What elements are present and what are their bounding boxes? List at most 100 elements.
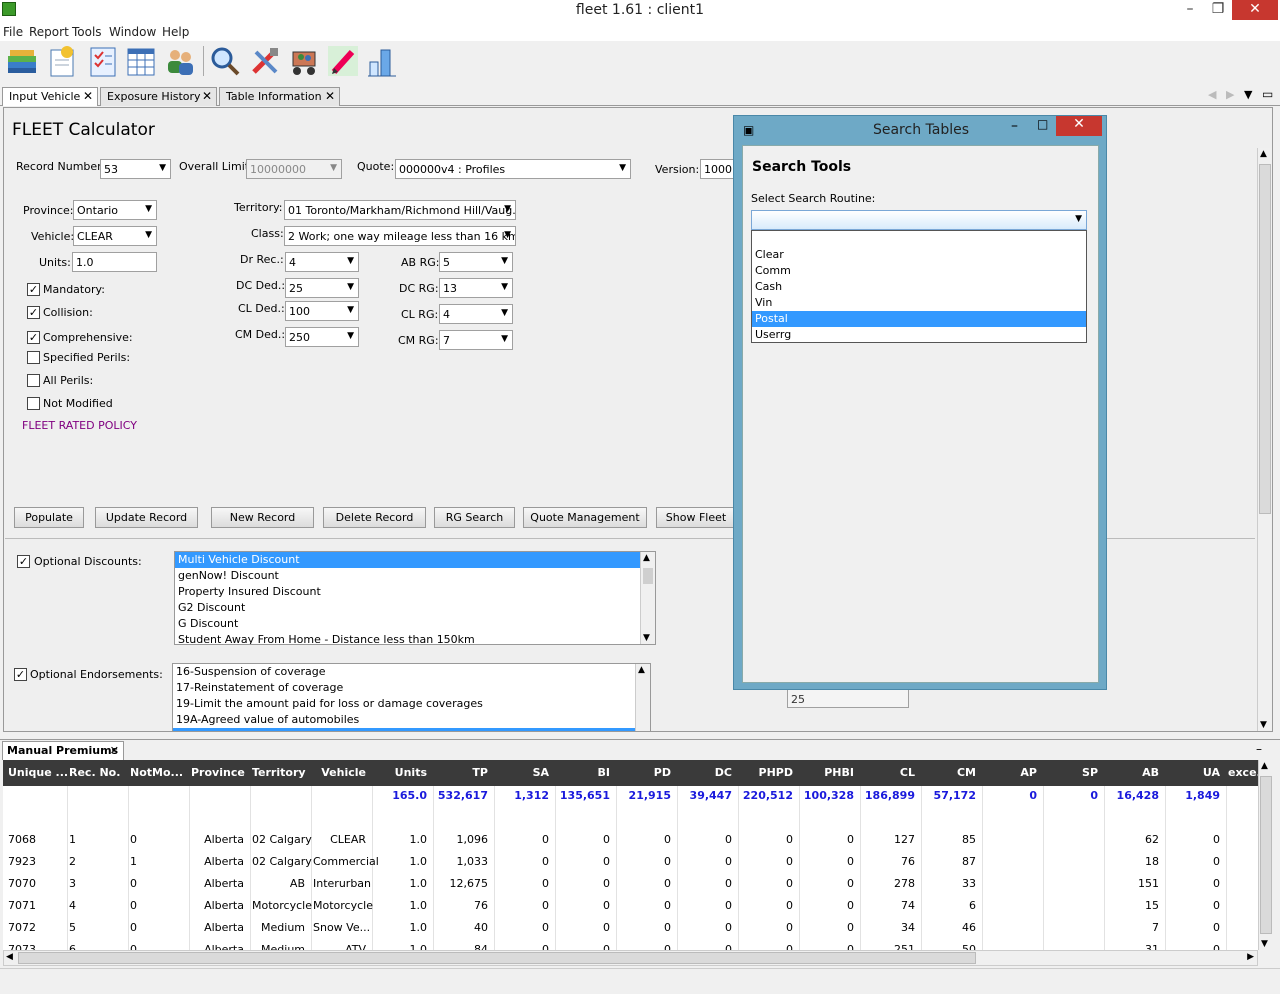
total-cell[interactable]: 16,428 xyxy=(1106,789,1159,802)
table-cell[interactable]: 85 xyxy=(923,833,976,846)
column-header[interactable]: CM xyxy=(923,766,976,779)
table-cell[interactable]: 1.0 xyxy=(374,943,428,950)
dropdown-option[interactable]: Vin xyxy=(752,295,1086,311)
column-header[interactable]: TP xyxy=(435,766,488,779)
overall-limit-select[interactable]: 10000000 ▼ xyxy=(246,159,342,179)
column-header[interactable]: exce... xyxy=(1228,766,1258,779)
scroll-up-icon[interactable]: ▲ xyxy=(1260,149,1267,159)
table-cell[interactable]: 0 xyxy=(740,943,793,950)
table-cell[interactable]: 0 xyxy=(679,855,732,868)
table-cell[interactable]: 0 xyxy=(740,899,793,912)
table-cell[interactable]: 0 xyxy=(679,877,732,890)
scroll-down-icon[interactable]: ▼ xyxy=(1261,939,1268,949)
new-doc-icon[interactable] xyxy=(45,44,79,78)
list-item[interactable]: 16-Suspension of coverage xyxy=(173,664,650,680)
table-horizontal-scrollbar[interactable]: ◀ ▶ xyxy=(3,950,1258,966)
column-header[interactable]: NotMo... xyxy=(130,766,183,779)
table-cell[interactable]: Alberta xyxy=(191,833,244,846)
minimize-panel-icon[interactable]: – xyxy=(1256,742,1262,756)
table-cell[interactable]: 50 xyxy=(923,943,976,950)
class-select[interactable]: 2 Work; one way mileage less than 16 km ▼ xyxy=(284,226,516,246)
territory-select[interactable]: 01 Toronto/Markham/Richmond Hill/Vaug...… xyxy=(284,200,516,220)
table-cell[interactable]: 0 xyxy=(496,833,549,846)
table-cell[interactable]: 0 xyxy=(679,943,732,950)
column-header[interactable]: SA xyxy=(496,766,549,779)
dropdown-option[interactable]: Userrg xyxy=(752,327,1086,343)
table-cell[interactable]: 0 xyxy=(130,921,137,934)
table-cell[interactable]: 0 xyxy=(801,833,854,846)
search-routine-dropdown[interactable]: Clear Comm Cash Vin Postal Userrg xyxy=(751,230,1087,343)
menu-file[interactable]: File xyxy=(3,25,23,39)
quote-select[interactable]: 000000v4 : Profiles ▼ xyxy=(395,159,631,179)
table-cell[interactable]: 0 xyxy=(1167,921,1220,934)
bar-chart-icon[interactable] xyxy=(365,44,399,78)
not-modified-checkbox[interactable] xyxy=(27,397,40,410)
list-item[interactable]: Property Insured Discount xyxy=(175,584,655,600)
column-header[interactable]: Territory xyxy=(252,766,306,779)
scroll-up-icon[interactable]: ▲ xyxy=(1261,761,1268,771)
column-header[interactable]: PHPD xyxy=(740,766,793,779)
column-header[interactable]: AB xyxy=(1106,766,1159,779)
table-cell[interactable]: 6 xyxy=(69,943,76,950)
cl-ded-select[interactable]: 100 ▼ xyxy=(285,301,359,321)
total-cell[interactable]: 165.0 xyxy=(374,789,427,802)
list-item[interactable]: 19-Limit the amount paid for loss or dam… xyxy=(173,696,650,712)
table-cell[interactable]: 0 xyxy=(801,855,854,868)
table-cell[interactable]: Alberta xyxy=(191,899,244,912)
table-cell[interactable]: 0 xyxy=(618,899,671,912)
table-cell[interactable]: 40 xyxy=(435,921,488,934)
table-cell[interactable]: 0 xyxy=(130,899,137,912)
table-cell[interactable]: 0 xyxy=(740,833,793,846)
table-cell[interactable]: 0 xyxy=(557,877,610,890)
table-cell[interactable]: 84 xyxy=(435,943,488,950)
close-icon[interactable]: ✕ xyxy=(110,744,119,757)
maximize-icon[interactable]: □ xyxy=(1037,117,1048,131)
menu-report[interactable]: Report xyxy=(29,25,69,39)
table-cell[interactable]: 0 xyxy=(740,877,793,890)
table-cell[interactable]: 0 xyxy=(801,943,854,950)
table-cell[interactable]: 0 xyxy=(496,877,549,890)
table-cell[interactable]: 46 xyxy=(923,921,976,934)
list-item[interactable]: 19A-Agreed value of automobiles xyxy=(173,712,650,728)
table-cell[interactable]: 0 xyxy=(618,833,671,846)
table-cell[interactable]: 278 xyxy=(862,877,915,890)
total-cell[interactable]: 532,617 xyxy=(435,789,488,802)
table-cell[interactable]: Medium xyxy=(252,943,305,950)
comprehensive-checkbox[interactable]: ✓ xyxy=(27,331,40,344)
discounts-list[interactable]: Multi Vehicle Discount genNow! Discount … xyxy=(174,551,656,645)
close-icon[interactable]: ✕ xyxy=(83,89,93,103)
menu-window[interactable]: Window xyxy=(109,25,156,39)
scrollbar-thumb[interactable] xyxy=(18,952,976,964)
close-icon[interactable]: ✕ xyxy=(202,89,212,103)
table-cell[interactable]: 12,675 xyxy=(435,877,489,890)
table-cell[interactable]: 0 xyxy=(557,943,610,950)
table-cell[interactable]: 1.0 xyxy=(374,833,428,846)
table-cell[interactable]: 7070 xyxy=(8,877,36,890)
pencil-icon[interactable] xyxy=(326,44,360,78)
table-cell[interactable]: 76 xyxy=(862,855,915,868)
column-header[interactable]: Vehicle xyxy=(313,766,366,779)
table-cell[interactable]: Alberta xyxy=(191,877,244,890)
table-cell[interactable]: AB xyxy=(252,877,305,890)
panel-scrollbar[interactable]: ▲ ▼ xyxy=(1257,148,1272,731)
table-cell[interactable]: 1.0 xyxy=(374,899,428,912)
menu-tools[interactable]: Tools xyxy=(72,25,102,39)
scrollbar-thumb[interactable] xyxy=(643,568,653,584)
table-cell[interactable]: Interurban xyxy=(313,877,371,890)
table-cell[interactable]: 34 xyxy=(862,921,915,934)
list-item[interactable]: 17-Reinstatement of coverage xyxy=(173,680,650,696)
tab-scroll-left-icon[interactable]: ◀ xyxy=(1208,88,1216,101)
list-scrollbar[interactable]: ▲ ▼ xyxy=(640,552,655,644)
table-cell[interactable]: 02 Calgary xyxy=(252,833,312,846)
table-cell[interactable]: 0 xyxy=(557,899,610,912)
table-cell[interactable]: 74 xyxy=(862,899,915,912)
books-icon[interactable] xyxy=(5,44,39,78)
table-cell[interactable]: 2 xyxy=(69,855,76,868)
table-cell[interactable]: 0 xyxy=(618,855,671,868)
table-cell[interactable]: 1.0 xyxy=(374,855,428,868)
tab-input-vehicle[interactable]: Input Vehicle ✕ xyxy=(2,87,98,106)
table-cell[interactable]: Alberta xyxy=(191,855,244,868)
checklist-icon[interactable] xyxy=(86,44,120,78)
column-header[interactable]: SP xyxy=(1045,766,1098,779)
table-cell[interactable]: 3 xyxy=(69,877,76,890)
